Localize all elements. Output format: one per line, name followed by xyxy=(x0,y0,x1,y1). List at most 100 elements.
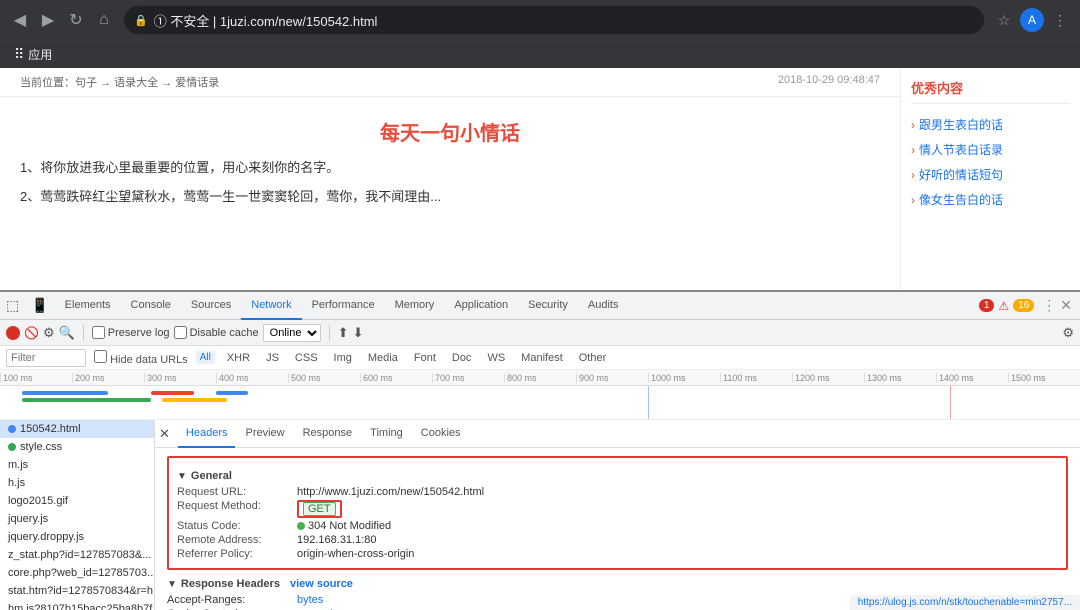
timeline-bar-2 xyxy=(22,398,152,402)
hide-data-urls-checkbox[interactable] xyxy=(94,350,107,363)
request-url-row: Request URL: http://www.1juzi.com/new/15… xyxy=(177,486,1058,498)
tick-1000: 1000 ms xyxy=(648,373,720,383)
timeline-bars xyxy=(0,386,1080,420)
detail-tabs: ✕ Headers Preview Response Timing Cookie… xyxy=(155,420,1080,448)
file-item-1[interactable]: style.css xyxy=(0,438,154,456)
file-item-5[interactable]: jquery.js xyxy=(0,510,154,528)
tick-500: 500 ms xyxy=(288,373,360,383)
filter-img[interactable]: Img xyxy=(330,351,356,365)
back-button[interactable]: ◀ xyxy=(8,8,32,32)
tick-1200: 1200 ms xyxy=(792,373,864,383)
tab-memory[interactable]: Memory xyxy=(385,292,445,320)
file-item-7[interactable]: z_stat.php?id=127857083&... xyxy=(0,546,154,564)
filter-other[interactable]: Other xyxy=(575,351,611,365)
disable-cache-label[interactable]: Disable cache xyxy=(174,326,259,339)
detail-tab-timing[interactable]: Timing xyxy=(362,420,411,448)
clear-button[interactable]: 🚫 xyxy=(24,326,39,340)
file-name-9: stat.htm?id=1278570834&r=h... xyxy=(8,585,154,597)
device-toolbar-button[interactable]: 📱 xyxy=(25,297,54,314)
sidebar-item-2[interactable]: 情人节表白话录 xyxy=(911,137,1070,162)
filter-manifest[interactable]: Manifest xyxy=(517,351,567,365)
request-url-label: Request URL: xyxy=(177,486,297,498)
tick-1300: 1300 ms xyxy=(864,373,936,383)
timeline-ruler: 100 ms 200 ms 300 ms 400 ms 500 ms 600 m… xyxy=(0,370,1080,386)
disable-cache-checkbox[interactable] xyxy=(174,326,187,339)
address-bar[interactable]: 🔒 ① 不安全 | 1juzi.com/new/150542.html xyxy=(124,6,984,34)
tab-application[interactable]: Application xyxy=(444,292,518,320)
import-button[interactable]: ⬆ xyxy=(338,325,349,341)
tab-elements[interactable]: Elements xyxy=(55,292,121,320)
accept-ranges-label: Accept-Ranges: xyxy=(167,594,297,606)
request-method-label: Request Method: xyxy=(177,500,297,518)
hide-data-urls-toggle[interactable]: Hide data URLs xyxy=(94,350,188,366)
tab-security[interactable]: Security xyxy=(518,292,578,320)
tab-console[interactable]: Console xyxy=(121,292,181,320)
filter-css[interactable]: CSS xyxy=(291,351,322,365)
request-method-highlight: GET xyxy=(297,500,342,518)
filter-icon[interactable]: ⚙ xyxy=(43,325,55,341)
browser-chrome: ◀ ▶ ↻ ⌂ 🔒 ① 不安全 | 1juzi.com/new/150542.h… xyxy=(0,0,1080,40)
file-item-8[interactable]: core.php?web_id=12785703... xyxy=(0,564,154,582)
filter-font[interactable]: Font xyxy=(410,351,440,365)
file-item-6[interactable]: jquery.droppy.js xyxy=(0,528,154,546)
sidebar-item-4[interactable]: 像女生告白的话 xyxy=(911,187,1070,212)
detail-tab-cookies[interactable]: Cookies xyxy=(413,420,469,448)
separator2 xyxy=(329,325,330,341)
general-section-title[interactable]: ▼ General xyxy=(177,470,1058,482)
network-settings-button[interactable]: ⚙ xyxy=(1062,325,1074,341)
file-item-9[interactable]: stat.htm?id=1278570834&r=h... xyxy=(0,582,154,600)
sidebar-item-3[interactable]: 好听的情话短句 xyxy=(911,162,1070,187)
sidebar-item-1[interactable]: 跟男生表白的话 xyxy=(911,112,1070,137)
detail-tab-preview[interactable]: Preview xyxy=(237,420,292,448)
refresh-button[interactable]: ↻ xyxy=(64,8,88,32)
file-name-8: core.php?web_id=12785703... xyxy=(8,567,154,579)
tick-800: 800 ms xyxy=(504,373,576,383)
detail-tab-headers[interactable]: Headers xyxy=(178,420,236,448)
profile-button[interactable]: A xyxy=(1020,8,1044,32)
status-indicator: 304 Not Modified xyxy=(297,520,391,532)
export-button[interactable]: ⬇ xyxy=(353,325,364,341)
apps-bookmark[interactable]: ⠿ 应用 xyxy=(8,44,58,65)
tab-sources[interactable]: Sources xyxy=(181,292,241,320)
detail-tab-response[interactable]: Response xyxy=(295,420,361,448)
file-list: 150542.html style.css m.js h.js logo2015… xyxy=(0,420,155,610)
preserve-log-text: Preserve log xyxy=(108,327,170,339)
throttle-select[interactable]: Online xyxy=(263,324,321,342)
page-body: 每天一句小情话 1、将你放进我心里最重要的位置，用心来刻你的名字。 2、莺莺跌碎… xyxy=(0,97,900,219)
bookmarks-bar: ⠿ 应用 xyxy=(0,40,1080,68)
home-button[interactable]: ⌂ xyxy=(92,8,116,32)
file-item-10[interactable]: hm.js?8107b15bacc25ba8b7f... xyxy=(0,600,154,610)
file-item-0[interactable]: 150542.html xyxy=(0,420,154,438)
tab-audits[interactable]: Audits xyxy=(578,292,629,320)
timeline-bar-1 xyxy=(22,391,108,395)
more-button[interactable]: ⋮ xyxy=(1048,8,1072,32)
status-code-label: Status Code: xyxy=(177,520,297,532)
filter-js[interactable]: JS xyxy=(262,351,283,365)
forward-button[interactable]: ▶ xyxy=(36,8,60,32)
file-item-2[interactable]: m.js xyxy=(0,456,154,474)
response-headers-title[interactable]: ▼ Response Headers view source xyxy=(167,578,1068,590)
status-code-row: Status Code: 304 Not Modified xyxy=(177,520,1058,532)
all-filter-badge[interactable]: All xyxy=(196,351,215,364)
tick-900: 900 ms xyxy=(576,373,648,383)
timeline-bar-4 xyxy=(162,398,227,402)
preserve-log-checkbox[interactable] xyxy=(92,326,105,339)
file-item-4[interactable]: logo2015.gif xyxy=(0,492,154,510)
filter-media[interactable]: Media xyxy=(364,351,402,365)
record-button[interactable] xyxy=(6,326,20,340)
star-button[interactable]: ☆ xyxy=(992,8,1016,32)
tab-performance[interactable]: Performance xyxy=(302,292,385,320)
close-detail-button[interactable]: ✕ xyxy=(159,426,170,442)
filter-ws[interactable]: WS xyxy=(483,351,509,365)
filter-doc[interactable]: Doc xyxy=(448,351,476,365)
tab-network[interactable]: Network xyxy=(241,292,301,320)
apps-label: 应用 xyxy=(28,46,52,63)
inspect-element-button[interactable]: ⬚ xyxy=(0,297,25,314)
view-source-link[interactable]: view source xyxy=(290,578,353,590)
filter-xhr[interactable]: XHR xyxy=(223,351,254,365)
filter-input[interactable] xyxy=(6,349,86,367)
search-icon[interactable]: 🔍 xyxy=(59,325,75,341)
timeline-area[interactable]: 100 ms 200 ms 300 ms 400 ms 500 ms 600 m… xyxy=(0,370,1080,420)
preserve-log-label[interactable]: Preserve log xyxy=(92,326,170,339)
file-item-3[interactable]: h.js xyxy=(0,474,154,492)
